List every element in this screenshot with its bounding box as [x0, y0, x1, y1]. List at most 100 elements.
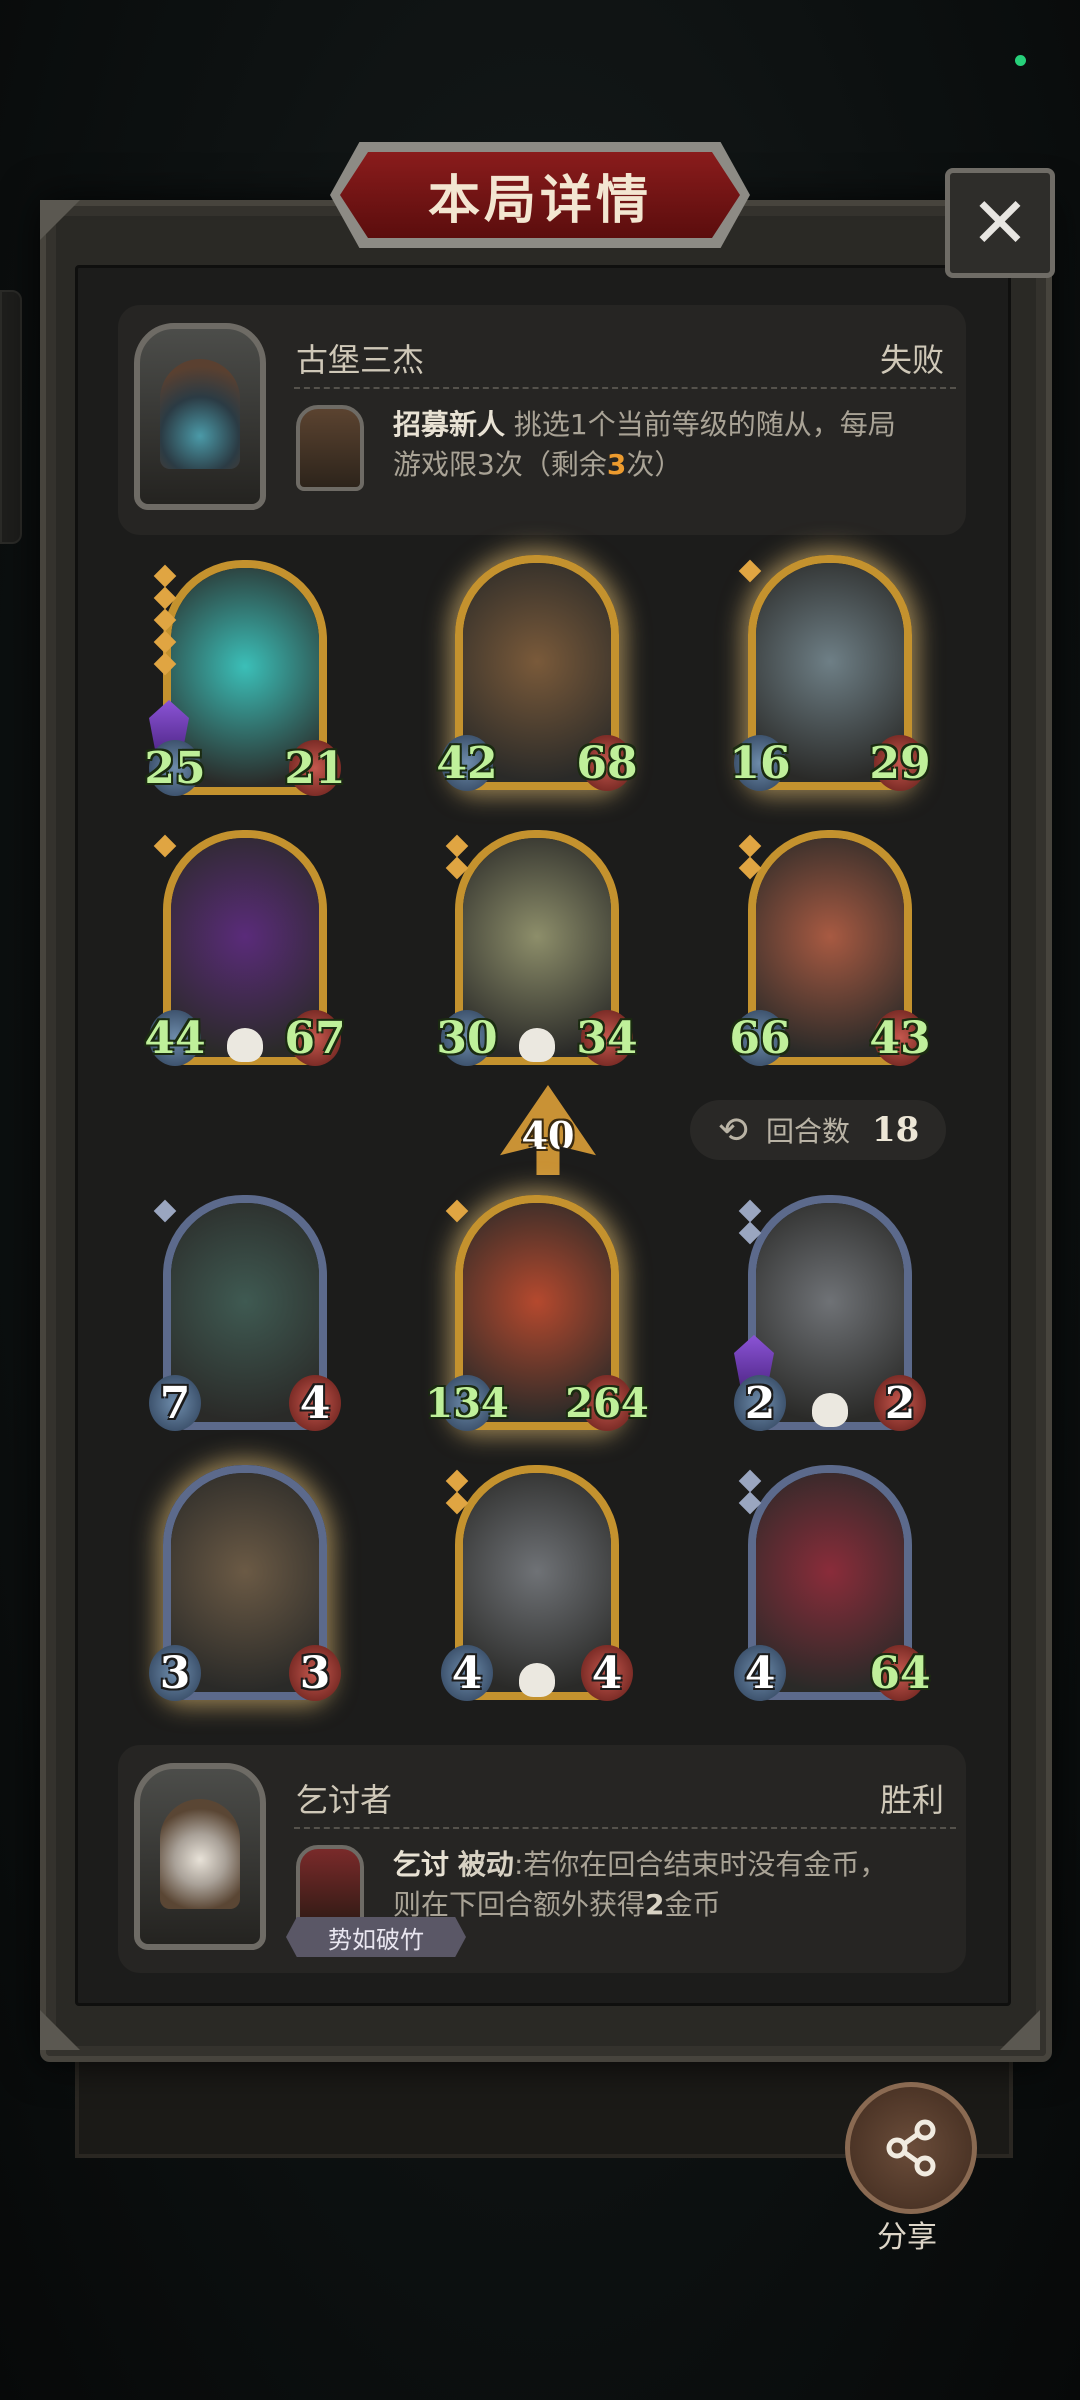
skull-icon: [519, 1028, 555, 1062]
minion-health: 64: [869, 1645, 931, 1701]
minion-card[interactable]: 25 21: [144, 560, 346, 810]
player-ability-desc-2a: 则在下回合额外获得: [393, 1888, 646, 1921]
star-icon: [153, 834, 177, 858]
minion-tier-stars: [153, 1199, 177, 1223]
star-icon: [153, 564, 177, 588]
opponent-ability-desc-2a: 游戏限3次（剩余: [393, 448, 607, 481]
player-ability-amount: 2: [645, 1888, 665, 1921]
player-name: 乞讨者: [296, 1781, 393, 1819]
minion-attack: 42: [436, 735, 498, 791]
star-icon: [738, 1491, 762, 1515]
minion-attack: 134: [425, 1375, 509, 1431]
star-icon: [445, 1491, 469, 1515]
share-label: 分享: [877, 2220, 937, 2255]
minion-tier-stars: [445, 1199, 469, 1223]
opponent-ability-desc-1: 挑选1个当前等级的随从，每局: [513, 408, 896, 441]
minion-health: 3: [289, 1645, 341, 1701]
minion-health: 68: [576, 735, 638, 791]
star-icon: [445, 856, 469, 880]
minion-tier-stars: [738, 834, 762, 880]
minion-card[interactable]: 66 43: [729, 830, 931, 1080]
minion-tier-stars: [445, 834, 469, 880]
opponent-name: 古堡三杰: [296, 341, 425, 379]
close-button[interactable]: ✕: [945, 168, 1055, 278]
minion-card[interactable]: 44: [441, 1465, 633, 1715]
star-icon: [445, 1469, 469, 1493]
minion-health: 4: [289, 1375, 341, 1431]
star-icon: [153, 1199, 177, 1223]
status-dot: [1015, 55, 1026, 66]
player-portrait-art: [160, 1799, 240, 1909]
skull-icon: [519, 1663, 555, 1697]
minion-card[interactable]: 134 264: [425, 1195, 649, 1445]
minion-health: 21: [284, 740, 346, 796]
minion-tier-stars: [738, 559, 762, 583]
skull-icon: [227, 1028, 263, 1062]
background-side-tab: [0, 290, 22, 544]
player-tag-badge: 势如破竹: [286, 1917, 466, 1957]
opponent-ability-remaining: 3: [606, 448, 627, 481]
minion-attack: 7: [149, 1375, 201, 1431]
minion-attack: 44: [144, 1010, 206, 1066]
minion-health: 29: [869, 735, 931, 791]
skull-icon: [812, 1393, 848, 1427]
minion-health: 2: [874, 1375, 926, 1431]
player-hero-panel: 乞讨者 胜利 乞讨 被动:若你在回合结束时没有金币， 则在下回合额外获得2金币 …: [118, 1745, 966, 1973]
player-ability-text: 乞讨 被动:若你在回合结束时没有金币， 则在下回合额外获得2金币: [393, 1845, 948, 1925]
opponent-ability-name: 招募新人: [393, 408, 506, 441]
opponent-portrait[interactable]: [134, 323, 266, 510]
minion-tier-stars: [445, 1469, 469, 1515]
turn-label: 回合数: [766, 1115, 851, 1148]
star-icon: [153, 630, 177, 654]
star-icon: [738, 1469, 762, 1493]
minion-health: 264: [565, 1375, 649, 1431]
minion-card[interactable]: 4 64: [734, 1465, 931, 1715]
star-icon: [445, 834, 469, 858]
turn-value: 18: [872, 1110, 920, 1150]
opponent-hero-panel: 古堡三杰 失败 招募新人 挑选1个当前等级的随从，每局 游戏限3次（剩余3次）: [118, 305, 966, 535]
minion-attack: 16: [729, 735, 791, 791]
minion-attack: 4: [734, 1645, 786, 1701]
refresh-icon: ⟲: [717, 1109, 749, 1151]
dialog-title: 本局详情: [427, 169, 652, 231]
minion-tier-stars: [153, 564, 177, 676]
opponent-ability-desc-2b: 次）: [626, 448, 683, 481]
player-ability-desc-1: :若你在回合结束时没有金币，: [513, 1848, 888, 1881]
star-icon: [153, 652, 177, 676]
opponent-result: 失败: [879, 341, 944, 379]
player-portrait[interactable]: [134, 1763, 266, 1950]
minion-tier-stars: [738, 1199, 762, 1245]
share-icon: [886, 2119, 936, 2177]
opponent-ability-text: 招募新人 挑选1个当前等级的随从，每局 游戏限3次（剩余3次）: [393, 405, 948, 485]
minion-tier-stars: [153, 834, 177, 858]
minion-tier-stars: [738, 1469, 762, 1515]
opponent-ability-icon[interactable]: [296, 405, 364, 491]
share-button[interactable]: [845, 2082, 977, 2214]
player-result: 胜利: [879, 1781, 944, 1819]
minion-attack: 25: [144, 740, 206, 796]
opponent-portrait-art: [160, 359, 240, 469]
title-plate: 本局详情: [340, 152, 740, 238]
divider: [294, 387, 956, 389]
player-ability-name: 乞讨: [393, 1848, 450, 1881]
minion-card[interactable]: 16 29: [729, 555, 931, 805]
minion-card[interactable]: 42 68: [436, 555, 638, 805]
minion-card[interactable]: 74: [149, 1195, 341, 1445]
minion-card[interactable]: 30 34: [436, 830, 638, 1080]
minion-health: 67: [284, 1010, 346, 1066]
minion-health: 34: [576, 1010, 638, 1066]
minion-card[interactable]: 44 67: [144, 830, 346, 1080]
player-tag-label: 势如破竹: [328, 1925, 424, 1954]
close-icon: ✕: [970, 182, 1030, 264]
minion-attack: 4: [441, 1645, 493, 1701]
minion-attack: 2: [734, 1375, 786, 1431]
minion-card[interactable]: 22: [734, 1195, 926, 1445]
star-icon: [153, 586, 177, 610]
star-icon: [445, 1199, 469, 1223]
star-icon: [738, 834, 762, 858]
player-ability-desc-2b: 金币: [664, 1888, 721, 1921]
player-ability-type: 被动: [457, 1848, 514, 1881]
star-icon: [738, 1221, 762, 1245]
minion-card[interactable]: 33: [149, 1465, 341, 1715]
divider: [294, 1827, 956, 1829]
